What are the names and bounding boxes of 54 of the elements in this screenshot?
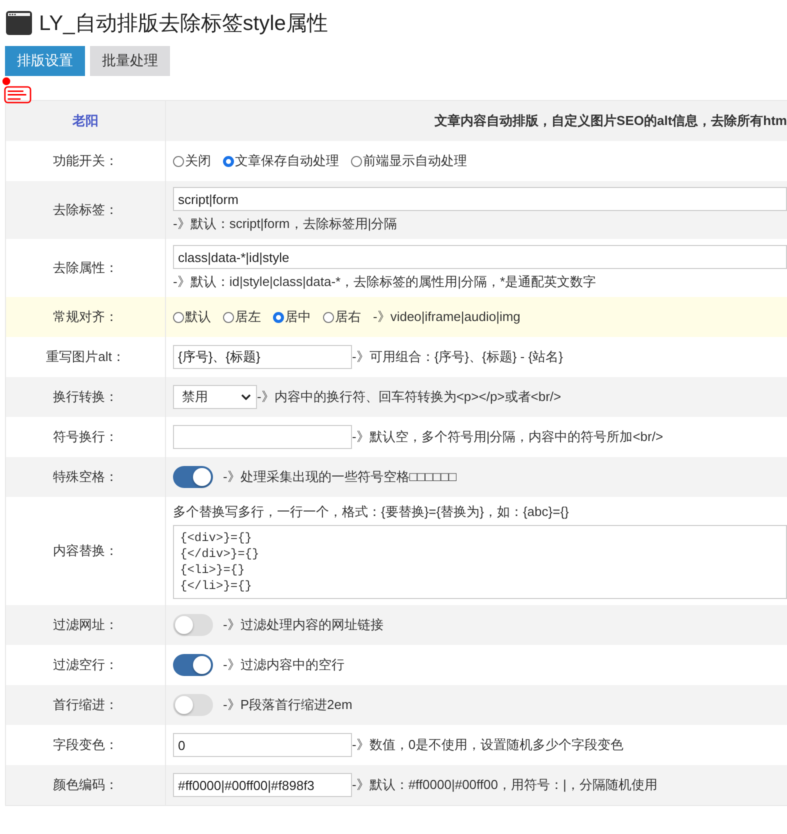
field-label: 颜色编码： [53, 776, 118, 794]
toggle-switch[interactable] [173, 694, 213, 716]
hint-text: -》默认：script|form，去除标签用|分隔 [173, 215, 398, 233]
window-icon [5, 10, 33, 36]
field-label: 内容替换： [53, 542, 118, 560]
field-label: 去除标签： [53, 201, 118, 219]
field-label: 重写图片alt： [46, 348, 125, 366]
hint-text: -》默认：id|style|class|data-*，去除标签的属性用|分隔，*是通配英文数字 [173, 273, 598, 291]
hint-text: -》默认空，多个符号用|分隔，内容中的符号所加<br/> [352, 428, 664, 446]
hint-text: -》过滤处理内容的网址链接 [223, 616, 384, 634]
tab[interactable]: 排版设置 [5, 46, 85, 76]
radio-option[interactable]: 居右 [323, 308, 361, 326]
field-label: 特殊空格： [53, 468, 118, 486]
toggle-switch[interactable] [173, 466, 213, 488]
hint-text: -》默认：#ff0000|#00ff00，用符号：|，分隔随机使用 [352, 776, 658, 794]
hint-text: -》video|iframe|audio|img [373, 308, 520, 326]
hint-text: -》过滤内容中的空行 [223, 656, 344, 674]
field-label: 常规对齐： [53, 308, 118, 326]
hint-text: 多个替换写多行，一行一个，格式：{要替换}={替换为}，如：{abc}={} [173, 503, 570, 521]
field-label: 过滤网址： [53, 616, 118, 634]
radio-option[interactable]: 前端显示自动处理 [351, 152, 467, 170]
toggle-switch[interactable] [173, 654, 213, 676]
toggle-switch[interactable] [173, 614, 213, 636]
textarea-field[interactable]: {<div>}={} {</div>}={} {<li>}={} {</li>}={} [173, 525, 787, 599]
hint-text: -》P段落首行缩进2em [223, 696, 352, 714]
input-field[interactable]: script|form [173, 187, 787, 211]
input-field[interactable] [173, 425, 352, 449]
hint-text: -》内容中的换行符、回车符转换为<p></p>或者<br/> [257, 388, 562, 406]
hint-text: -》数值，0是不使用，设置随机多少个字段变色 [352, 736, 624, 754]
radio-option[interactable]: 默认 [173, 308, 211, 326]
hint-text: -》可用组合：{序号}、{标题} - {站名} [352, 348, 563, 366]
input-field[interactable]: #ff0000|#00ff00|#f898f3 [173, 773, 352, 797]
page-title: LY_自动排版去除标签style属性 [39, 11, 328, 37]
dropdown[interactable]: 禁用 [173, 385, 257, 409]
field-label: 符号换行： [53, 428, 118, 446]
field-label: 去除属性： [53, 259, 118, 277]
header-label: 老阳 [72, 112, 98, 130]
tab[interactable]: 批量处理 [90, 46, 170, 76]
field-label: 换行转换： [53, 388, 118, 406]
radio-option[interactable]: 文章保存自动处理 [223, 152, 339, 170]
caret-icon [241, 394, 251, 400]
radio-option[interactable]: 居中 [273, 308, 311, 326]
hint-text: -》处理采集出现的一些符号空格□□□□□□ [223, 468, 456, 486]
radio-option[interactable]: 关闭 [173, 152, 211, 170]
input-field[interactable]: {序号}、{标题} [173, 345, 352, 369]
radio-option[interactable]: 居左 [223, 308, 261, 326]
field-label: 功能开关： [53, 152, 118, 170]
field-label: 字段变色： [53, 736, 118, 754]
header-description: 文章内容自动排版，自定义图片SEO的alt信息，去除所有htm [434, 112, 787, 130]
field-label: 过滤空行： [53, 656, 118, 674]
field-label: 首行缩进： [53, 696, 118, 714]
input-field[interactable]: 0 [173, 733, 352, 757]
input-field[interactable]: class|data-*|id|style [173, 245, 787, 269]
menu-icon[interactable] [2, 77, 32, 104]
